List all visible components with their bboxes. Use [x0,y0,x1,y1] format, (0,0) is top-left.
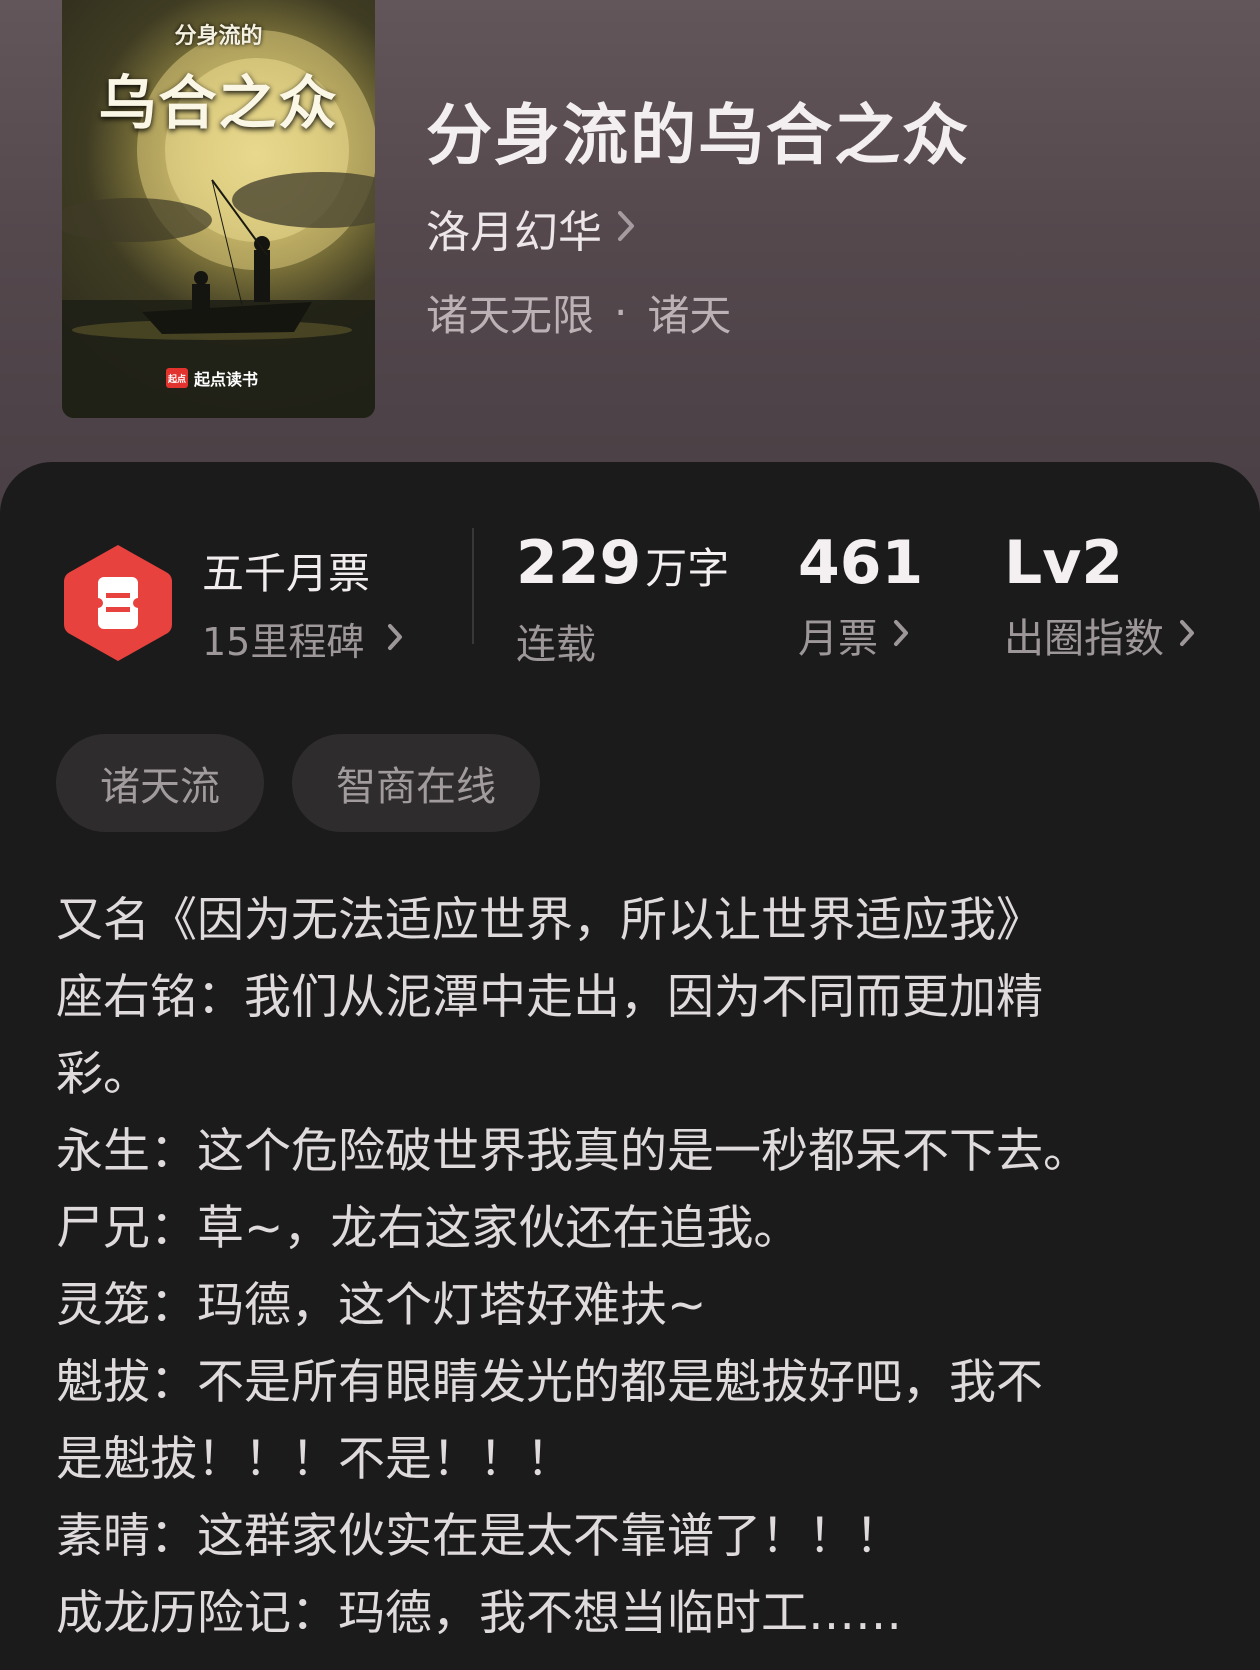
serial-status-label: 连载 [516,622,596,668]
description-line: 又名《因为无法适应世界，所以让世界适应我》 [56,893,1043,948]
description-line: 灵笼：玛德，这个灯塔好难扶~ [56,1278,707,1333]
description-line: 彩。 [56,1047,150,1102]
cover-small-title: 分身流的 [174,24,263,49]
description-line: 素晴：这群家伙实在是太不靠谱了！！！ [56,1509,902,1564]
milestone-badge-block[interactable]: 五千月票 15里程碑 [62,540,404,666]
word-count-value: 229 万字 [516,530,729,602]
word-count-number: 229 [516,528,642,598]
milestone-title: 五千月票 [202,549,371,598]
milestone-sub: 15里程碑 [202,611,404,666]
author-name: 洛月幻华 [426,207,602,258]
book-title: 分身流的乌合之众 [426,96,970,174]
serial-status: 连载 [516,612,729,670]
description-line: 魁拔：不是所有眼睛发光的都是魁拔好吧，我不 [56,1355,1043,1410]
tag-list: 诸天流 智商在线 [56,734,540,832]
tag-chip[interactable]: 诸天流 [56,734,264,832]
monthly-votes-value: 461 [798,528,924,598]
cover-brand-name: 起点读书 [194,370,259,389]
milestone-sub-label: 15里程碑 [202,620,365,664]
chevron-right-icon [1178,612,1196,658]
cover-big-title: 乌合之众 [98,69,339,137]
genre-row: 诸天无限 · 诸天 [426,282,731,343]
book-detail-page: 分身流的 乌合之众 起点 起点读书 分身流的乌合之众 洛月幻华 诸天无限 · 诸… [0,0,1260,1670]
author-link[interactable]: 洛月幻华 [426,196,636,260]
chevron-right-icon [616,203,636,254]
genre-subcategory[interactable]: 诸天 [647,282,731,343]
book-description[interactable]: 又名《因为无法适应世界，所以让世界适应我》 座右铭：我们从泥潭中走出，因为不同而… [56,882,1216,1652]
genre-category[interactable]: 诸天无限 [426,282,594,343]
stats-divider [472,528,474,644]
ticket-hex-icon [62,541,174,665]
monthly-votes-label: 月票 [798,616,878,662]
description-line: 成龙历险记：玛德，我不想当临时工…… [56,1586,902,1641]
cover-brand: 起点 起点读书 [166,366,258,390]
influence-index-stat[interactable]: Lv2 出圈指数 [1004,530,1196,664]
description-line: 尸兄：草~，龙右这家伙还在追我。 [56,1201,801,1256]
influence-index-value: Lv2 [1004,528,1124,598]
chevron-right-icon [892,612,910,658]
word-count-stat: 229 万字 连载 [516,530,729,670]
word-count-unit: 万字 [645,544,730,593]
influence-index-label-row: 出圈指数 [1004,606,1196,664]
brand-logo-icon: 起点 [166,368,188,388]
milestone-text: 五千月票 15里程碑 [202,540,404,666]
tag-chip[interactable]: 智商在线 [292,734,540,832]
genre-separator: · [614,288,628,337]
monthly-votes-stat[interactable]: 461 月票 [798,530,923,664]
book-cover[interactable]: 分身流的 乌合之众 起点 起点读书 [62,0,375,418]
description-line: 是魁拔！！！不是！！！ [56,1432,573,1487]
chevron-right-icon [386,617,404,661]
monthly-votes-label-row: 月票 [798,606,923,664]
description-line: 座右铭：我们从泥潭中走出，因为不同而更加精 [56,970,1043,1025]
description-line: 永生：这个危险破世界我真的是一秒都呆不下去。 [56,1124,1090,1179]
influence-index-label: 出圈指数 [1004,616,1164,662]
